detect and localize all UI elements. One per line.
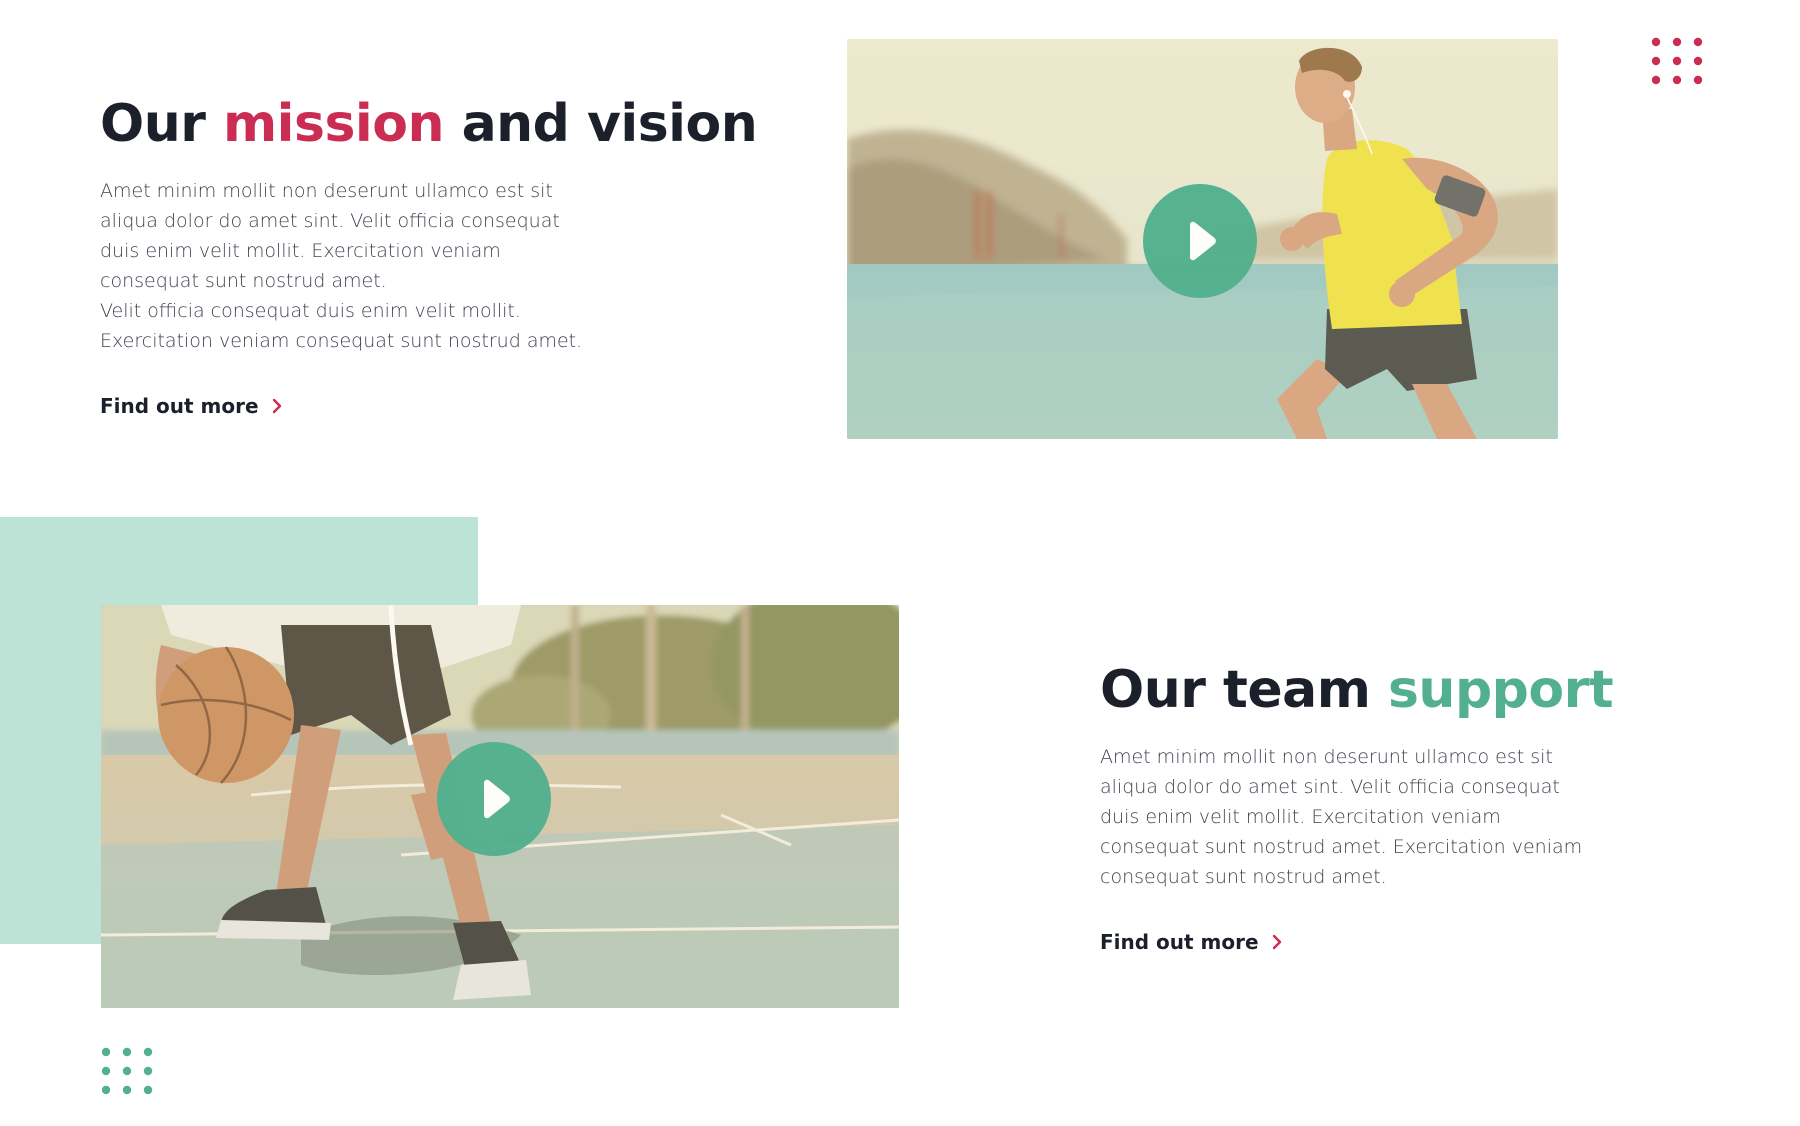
mission-heading-highlight: mission [222, 94, 444, 154]
chevron-right-icon [272, 398, 281, 414]
paragraph-line: consequat sunt nostrud amet. [100, 270, 387, 292]
paragraph-line: aliqua dolor do amet sint. Velit officia… [1100, 776, 1560, 798]
team-paragraph: Amet minim mollit non deserunt ullamco e… [1100, 742, 1582, 892]
team-heading: Our team support [1100, 660, 1614, 720]
paragraph-line: Amet minim mollit non deserunt ullamco e… [1100, 746, 1553, 768]
dot-grid-icon [1651, 37, 1703, 85]
paragraph-line: aliqua dolor do amet sint. Velit officia… [100, 210, 560, 232]
mission-heading-part1: Our [100, 94, 223, 154]
basketball-video[interactable] [101, 605, 899, 1008]
find-out-more-label: Find out more [1100, 930, 1259, 954]
dot-grid-icon [101, 1047, 153, 1095]
paragraph-line: Velit officia consequat duis enim velit … [100, 300, 521, 322]
mission-heading-part2: and vision [443, 94, 758, 154]
paragraph-line: duis enim velit mollit. Exercitation ven… [100, 240, 501, 262]
paragraph-line: consequat sunt nostrud amet. [1100, 866, 1387, 888]
paragraph-line: consequat sunt nostrud amet. Exercitatio… [1100, 836, 1583, 858]
mission-find-out-more-link[interactable]: Find out more [100, 394, 285, 418]
play-icon [1190, 221, 1216, 261]
paragraph-line: duis enim velit mollit. Exercitation ven… [1100, 806, 1501, 828]
play-icon [484, 779, 510, 819]
team-heading-highlight: support [1387, 660, 1614, 720]
chevron-right-icon [1272, 934, 1281, 950]
paragraph-line: Amet minim mollit non deserunt ullamco e… [100, 180, 553, 202]
team-heading-part1: Our team [1100, 660, 1388, 720]
mission-paragraph: Amet minim mollit non deserunt ullamco e… [100, 176, 582, 356]
play-button[interactable] [437, 742, 551, 856]
runner-video[interactable] [847, 39, 1558, 439]
team-find-out-more-link[interactable]: Find out more [1100, 930, 1285, 954]
play-button[interactable] [1143, 184, 1257, 298]
find-out-more-label: Find out more [100, 394, 259, 418]
mission-heading: Our mission and vision [100, 94, 758, 154]
paragraph-line: Exercitation veniam consequat sunt nostr… [100, 330, 583, 352]
